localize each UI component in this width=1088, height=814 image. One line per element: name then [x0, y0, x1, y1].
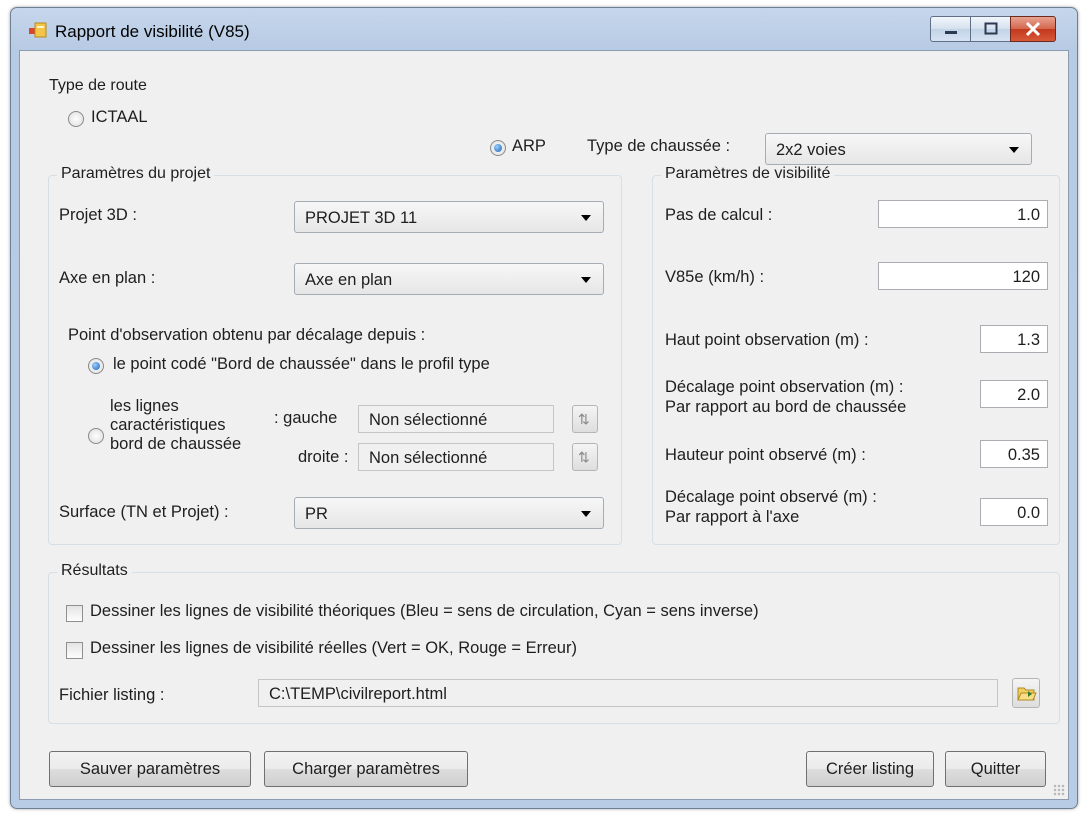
decal-observe-field[interactable]: 0.0 [980, 498, 1048, 526]
chevron-down-icon [581, 277, 591, 283]
droite-label: droite : [298, 448, 349, 466]
surface-label: Surface (TN et Projet) : [59, 503, 229, 521]
decal-observe-label-1: Décalage point observé (m) : [665, 488, 877, 506]
decal-obs-field[interactable]: 2.0 [980, 380, 1048, 408]
pas-value: 1.0 [1017, 206, 1040, 224]
decal-obs-label-1: Décalage point observation (m) : [665, 378, 904, 396]
maximize-icon [984, 22, 998, 35]
radio-arp-label[interactable]: ARP [512, 137, 546, 156]
chevron-down-icon [1009, 147, 1019, 153]
axe-value: Axe en plan [305, 271, 393, 289]
pas-field[interactable]: 1.0 [878, 200, 1048, 228]
hauteur-observe-field[interactable]: 0.35 [980, 440, 1048, 468]
minimize-icon [945, 31, 957, 34]
projet3d-label: Projet 3D : [59, 206, 137, 224]
axe-label: Axe en plan : [59, 269, 156, 287]
radio-lignes-label-1[interactable]: les lignes [110, 397, 179, 416]
type-route-title: Type de route [45, 77, 151, 95]
browse-button[interactable] [1012, 678, 1040, 708]
check-reelles[interactable] [66, 642, 83, 659]
decal-observe-label-2: Par rapport à l'axe [665, 508, 800, 526]
radio-arp[interactable] [490, 140, 506, 156]
hauteur-observe-label: Hauteur point observé (m) : [665, 446, 866, 464]
sauver-parametres-button[interactable]: Sauver paramètres [49, 751, 251, 787]
v85-field[interactable]: 120 [878, 262, 1048, 290]
droite-pick-button[interactable]: ⇅ [572, 443, 598, 471]
v85-value: 120 [1012, 268, 1040, 286]
haut-obs-label: Haut point observation (m) : [665, 331, 869, 349]
chaussee-label: Type de chaussée : [587, 137, 731, 155]
window-title: Rapport de visibilité (V85) [55, 22, 250, 41]
chevron-down-icon [581, 511, 591, 517]
radio-point-code[interactable] [88, 358, 104, 374]
chaussee-value: 2x2 voies [776, 141, 846, 159]
creer-listing-button[interactable]: Créer listing [806, 751, 934, 787]
axe-combo[interactable]: Axe en plan [294, 263, 604, 295]
projet-title: Paramètres du projet [57, 165, 215, 183]
dialog-client-area: Type de route ICTAAL ARP Type de chaussé… [19, 50, 1069, 800]
gauche-field[interactable]: Non sélectionné [358, 405, 554, 433]
haut-obs-field[interactable]: 1.3 [980, 325, 1048, 353]
decal-observe-value: 0.0 [1017, 504, 1040, 522]
surface-combo[interactable]: PR [294, 497, 604, 529]
gauche-value: Non sélectionné [369, 411, 488, 429]
radio-lignes-label-3[interactable]: bord de chaussée [110, 435, 241, 454]
pas-label: Pas de calcul : [665, 206, 773, 224]
visibilite-title: Paramètres de visibilité [661, 165, 835, 183]
v85-label: V85e (km/h) : [665, 268, 765, 286]
chaussee-combo[interactable]: 2x2 voies [765, 133, 1032, 165]
close-icon [1025, 21, 1041, 37]
dialog-window: Rapport de visibilité (V85) Type de rout… [10, 7, 1078, 809]
projet3d-combo[interactable]: PROJET 3D 11 [294, 201, 604, 233]
fichier-label: Fichier listing : [59, 686, 165, 704]
close-button[interactable] [1010, 16, 1056, 42]
title-bar[interactable]: Rapport de visibilité (V85) [11, 8, 1077, 50]
minimize-button[interactable] [930, 16, 972, 42]
decal-obs-label-2: Par rapport au bord de chaussée [665, 398, 907, 416]
fichier-field[interactable]: C:\TEMP\civilreport.html [258, 679, 998, 707]
point-obs-label: Point d'observation obtenu par décalage … [68, 326, 426, 344]
droite-field[interactable]: Non sélectionné [358, 443, 554, 471]
radio-point-code-label[interactable]: le point codé "Bord de chaussée" dans le… [113, 355, 490, 374]
gauche-pick-button[interactable]: ⇅ [572, 405, 598, 433]
radio-ictaal-label[interactable]: ICTAAL [91, 108, 148, 127]
pick-icon: ⇅ [578, 449, 590, 465]
app-icon [29, 22, 47, 38]
radio-ictaal[interactable] [68, 111, 84, 127]
radio-lignes-label-2[interactable]: caractéristiques [110, 416, 226, 435]
surface-value: PR [305, 505, 328, 523]
haut-obs-value: 1.3 [1017, 331, 1040, 349]
quitter-button[interactable]: Quitter [945, 751, 1046, 787]
charger-parametres-button[interactable]: Charger paramètres [264, 751, 468, 787]
check-theoriques[interactable] [66, 605, 83, 622]
check-theoriques-label[interactable]: Dessiner les lignes de visibilité théori… [90, 602, 759, 621]
resize-grip[interactable] [1053, 784, 1065, 796]
resultats-title: Résultats [57, 562, 132, 580]
pick-icon: ⇅ [578, 411, 590, 427]
decal-obs-value: 2.0 [1017, 386, 1040, 404]
radio-lignes[interactable] [88, 428, 104, 444]
droite-value: Non sélectionné [369, 449, 488, 467]
projet3d-value: PROJET 3D 11 [305, 209, 418, 227]
fichier-value: C:\TEMP\civilreport.html [269, 685, 447, 703]
maximize-button[interactable] [970, 16, 1012, 42]
folder-icon [1017, 687, 1037, 701]
check-reelles-label[interactable]: Dessiner les lignes de visibilité réelle… [90, 639, 577, 658]
chevron-down-icon [581, 215, 591, 221]
gauche-label: gauche : [274, 409, 338, 427]
hauteur-observe-value: 0.35 [1007, 446, 1040, 464]
